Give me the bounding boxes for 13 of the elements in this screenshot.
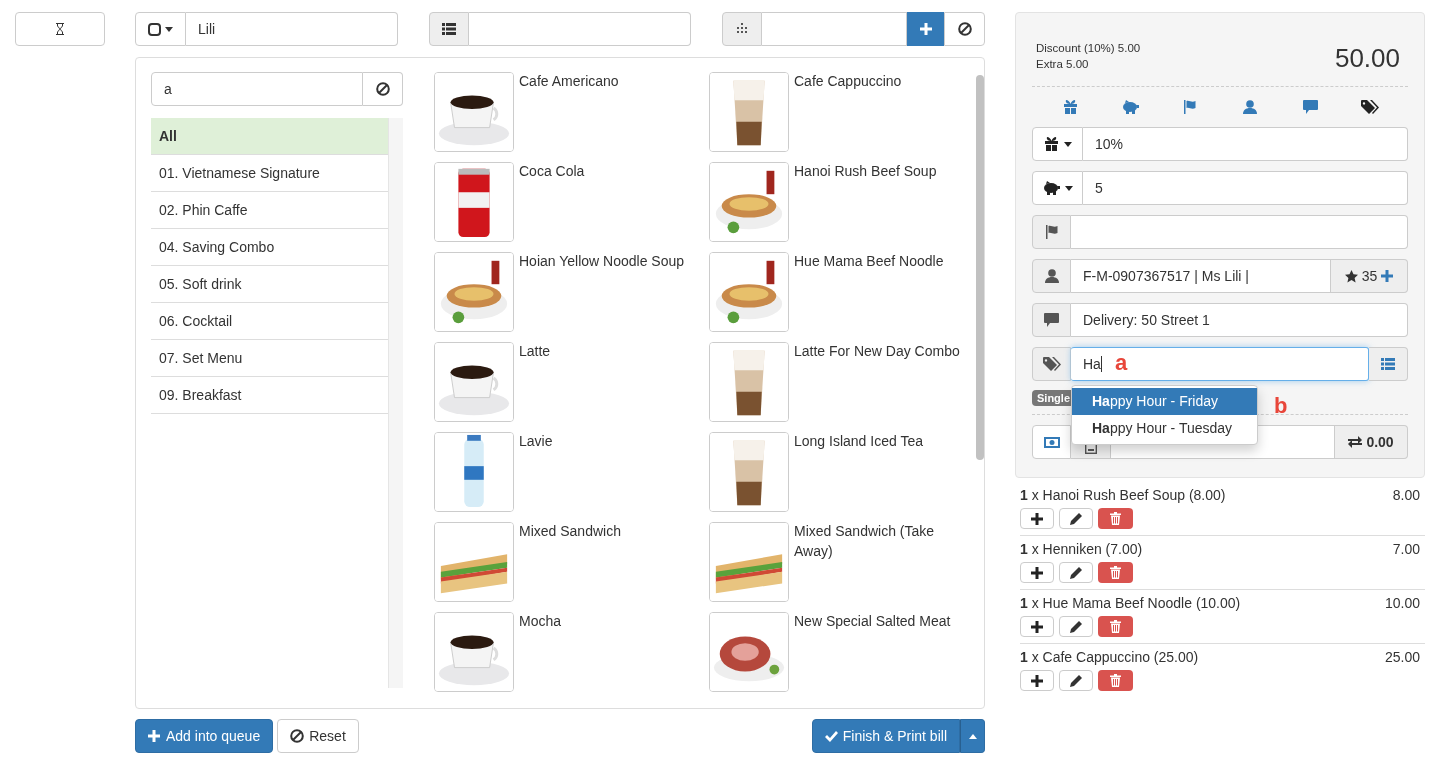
order-line-text: 1 x Hue Mama Beef Noodle (10.00) — [1020, 594, 1241, 613]
order-line-amount: 10.00 — [1384, 594, 1420, 613]
summary-line: Extra 5.00 — [1036, 57, 1090, 72]
order-line-amount: 8.00 — [1392, 486, 1420, 505]
order-line-amount: 7.00 — [1392, 540, 1420, 559]
annotation-label: a — [1115, 350, 1128, 376]
total-amount: 50.00 — [1334, 42, 1400, 74]
order-line-text: 1 x Hanoi Rush Beef Soup (8.00) — [1020, 486, 1226, 505]
order-line-text: 1 x Henniken (7.00) — [1020, 540, 1143, 559]
summary-line: Discount (10%) 5.00 — [1036, 41, 1141, 56]
annotation-label: b — [1274, 393, 1288, 419]
order-line-amount: 25.00 — [1384, 648, 1420, 667]
order-line-text: 1 x Cafe Cappuccino (25.00) — [1020, 648, 1199, 667]
